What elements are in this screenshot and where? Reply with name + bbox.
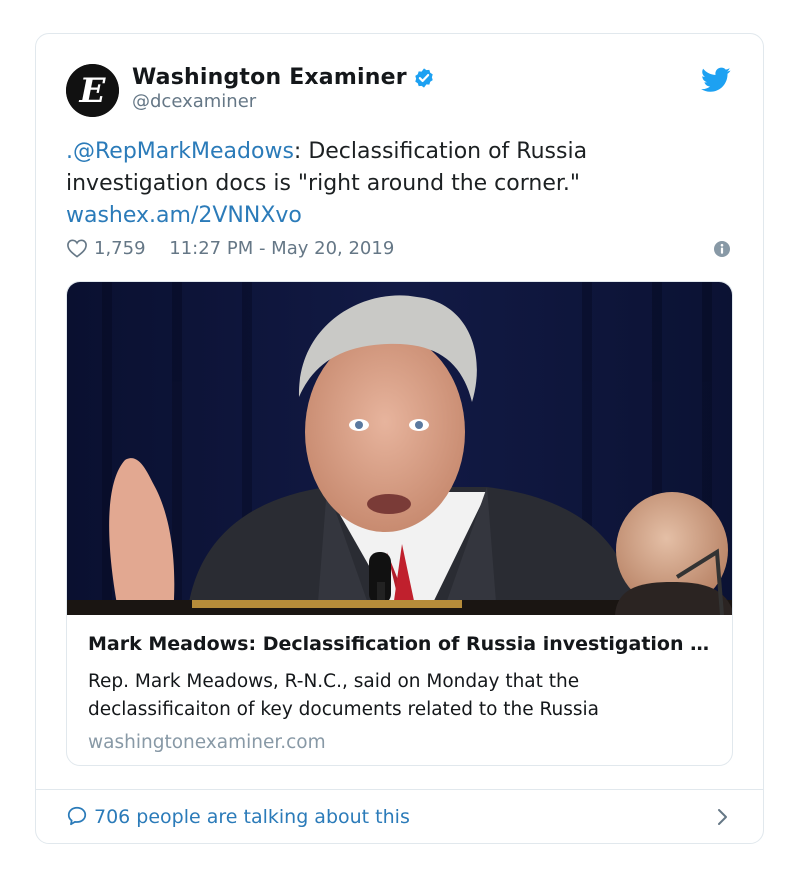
chevron-right-icon[interactable] bbox=[715, 808, 729, 826]
link-card-title[interactable]: Mark Meadows: Declassification of Russia… bbox=[88, 631, 712, 657]
tweet-meta: 1,759 11:27 PM - May 20, 2019 bbox=[66, 234, 733, 264]
link-card-body: Mark Meadows: Declassification of Russia… bbox=[88, 631, 712, 757]
display-name[interactable]: Washington Examiner bbox=[132, 65, 407, 90]
short-link[interactable]: washex.am/2VNNXvo bbox=[66, 203, 302, 228]
link-preview-card[interactable]: Mark Meadows: Declassification of Russia… bbox=[66, 281, 733, 766]
twitter-bird-icon[interactable] bbox=[701, 67, 731, 93]
heart-icon[interactable] bbox=[66, 238, 88, 258]
tweet-embed-card: E Washington Examiner @dcexaminer .@RepM… bbox=[35, 33, 764, 844]
avatar-letter: E bbox=[79, 71, 107, 111]
account-handle[interactable]: @dcexaminer bbox=[132, 91, 435, 112]
like-count[interactable]: 1,759 bbox=[94, 238, 146, 259]
comment-bubble-icon bbox=[66, 805, 88, 827]
talking-count: 706 people are talking about this bbox=[94, 806, 410, 828]
info-icon[interactable] bbox=[713, 240, 731, 258]
footer-divider bbox=[36, 789, 763, 790]
tweet-header: E Washington Examiner @dcexaminer bbox=[66, 62, 733, 118]
mention-link[interactable]: .@RepMarkMeadows bbox=[66, 139, 294, 164]
account-names: Washington Examiner @dcexaminer bbox=[132, 65, 435, 112]
verified-badge-icon bbox=[413, 67, 435, 89]
timestamp[interactable]: 11:27 PM - May 20, 2019 bbox=[169, 238, 394, 259]
avatar[interactable]: E bbox=[66, 64, 119, 117]
article-photo bbox=[67, 282, 732, 615]
link-card-domain: washingtonexaminer.com bbox=[88, 732, 326, 753]
tweet-text: .@RepMarkMeadows: Declassification of Ru… bbox=[66, 136, 666, 232]
conversation-footer[interactable]: 706 people are talking about this bbox=[66, 802, 733, 832]
link-card-description: Rep. Mark Meadows, R-N.C., said on Monda… bbox=[88, 671, 600, 720]
washington-examiner-logo-icon: E bbox=[66, 64, 119, 117]
